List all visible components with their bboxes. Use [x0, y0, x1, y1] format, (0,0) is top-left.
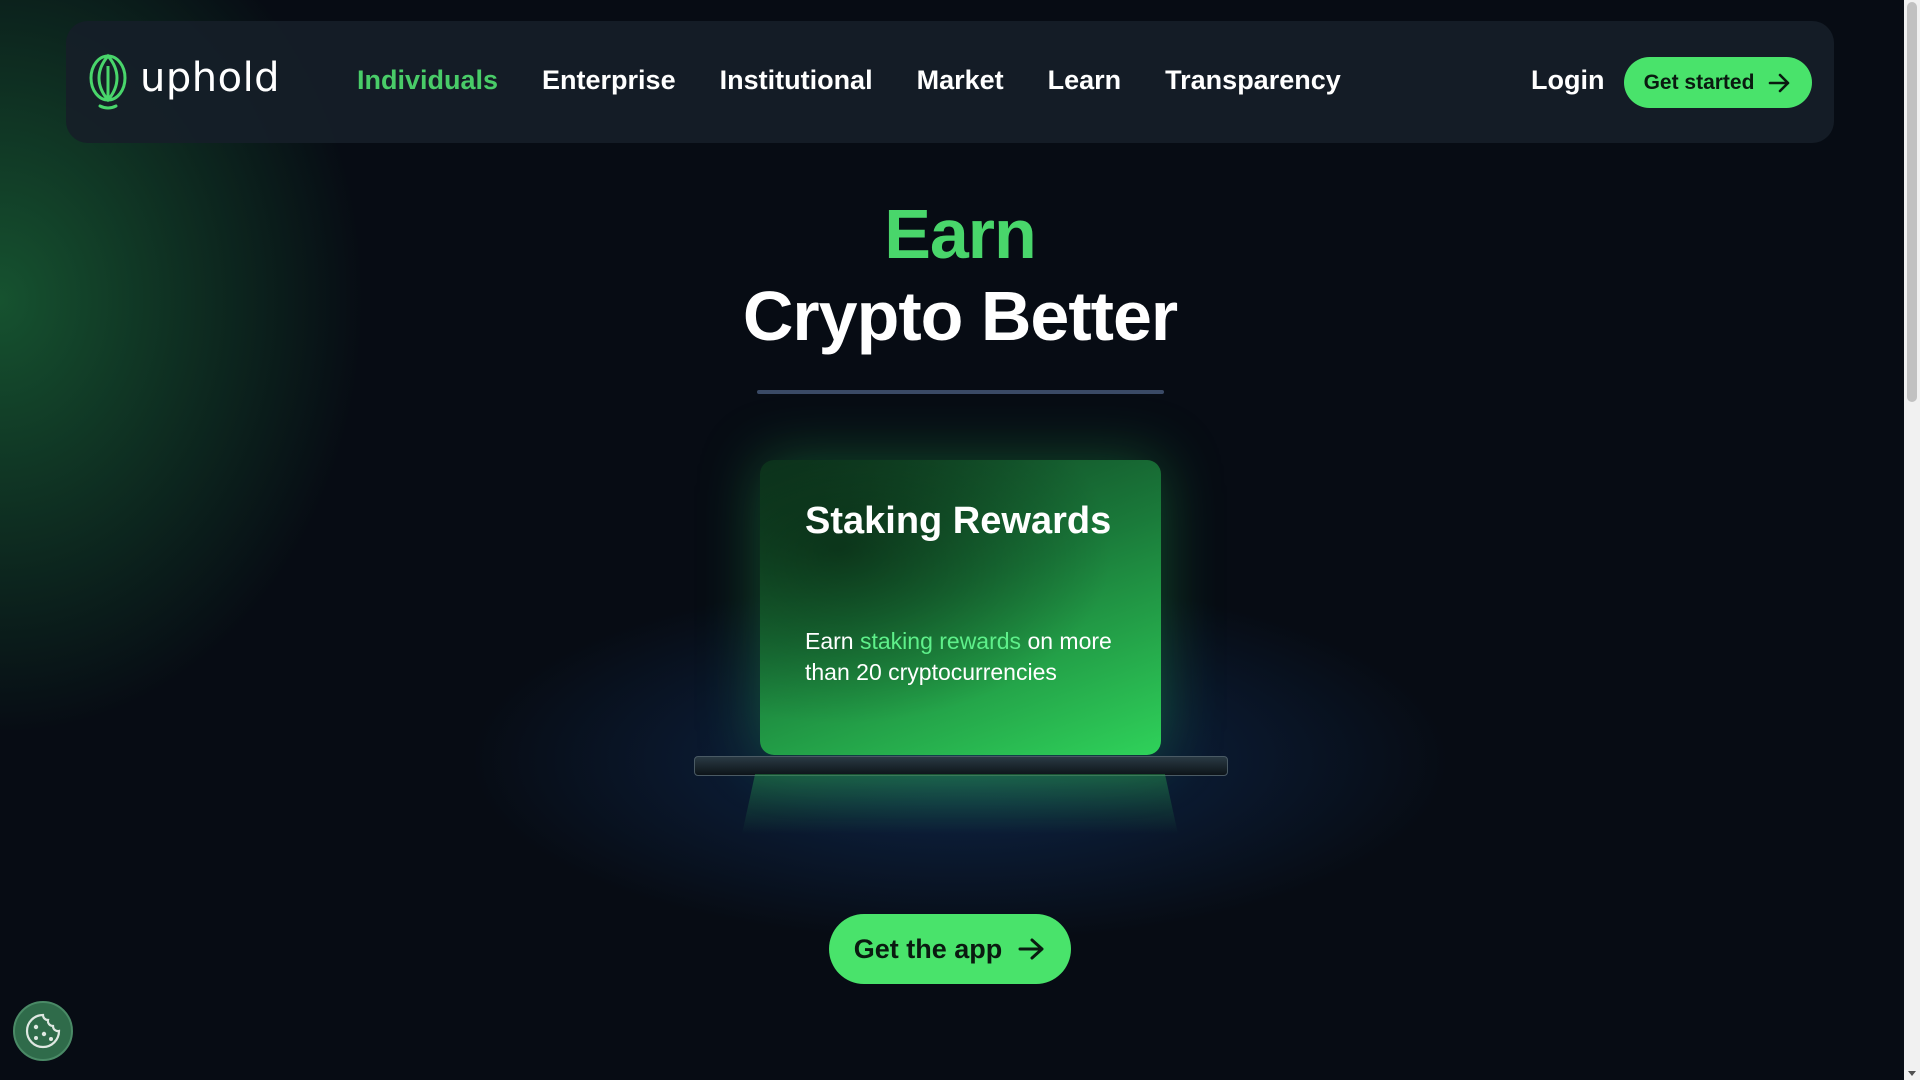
hero-headline: Crypto Better	[742, 277, 1178, 355]
card-platform	[694, 756, 1228, 776]
card-body-accent: staking rewards	[859, 628, 1022, 654]
logo-text: uphold	[140, 55, 281, 101]
hero-divider	[757, 390, 1164, 394]
nav-item-transparency[interactable]: Transparency	[1165, 65, 1341, 96]
uphold-logo[interactable]: uphold	[88, 51, 280, 111]
uphold-logo-icon	[89, 53, 127, 110]
scroll-down-arrow-icon[interactable]	[1908, 1071, 1916, 1076]
card-body-prefix: Earn	[805, 628, 860, 654]
scrollbar-thumb[interactable]	[1907, 2, 1917, 402]
card-title: Staking Rewards	[805, 500, 1112, 542]
cookie-settings-button[interactable]	[13, 1001, 73, 1061]
get-the-app-button[interactable]: Get the app	[829, 914, 1071, 984]
card-description: Earn staking rewards on more than 20 cry…	[805, 626, 1125, 688]
top-navigation: uphold Individuals Enterprise Institutio…	[66, 21, 1834, 143]
nav-item-market[interactable]: Market	[917, 65, 1004, 96]
nav-links: Individuals Enterprise Institutional Mar…	[357, 65, 1385, 96]
staking-rewards-card: Staking Rewards Earn staking rewards on …	[760, 460, 1161, 755]
nav-item-individuals[interactable]: Individuals	[357, 65, 498, 96]
arrow-right-icon	[1018, 938, 1044, 960]
nav-item-institutional[interactable]: Institutional	[720, 65, 873, 96]
nav-item-learn[interactable]: Learn	[1048, 65, 1122, 96]
hero-headline-accent: Earn	[884, 195, 1037, 273]
get-the-app-label: Get the app	[853, 933, 1003, 964]
card-reflection	[742, 774, 1178, 834]
cookie-icon	[25, 1013, 61, 1049]
arrow-right-icon	[1769, 73, 1790, 92]
get-started-button[interactable]: Get started	[1624, 57, 1812, 108]
vertical-scrollbar[interactable]	[1904, 0, 1920, 1080]
get-started-label: Get started	[1643, 70, 1755, 94]
nav-item-enterprise[interactable]: Enterprise	[542, 65, 676, 96]
page: uphold Individuals Enterprise Institutio…	[0, 0, 1904, 1080]
login-link[interactable]: Login	[1531, 65, 1604, 96]
